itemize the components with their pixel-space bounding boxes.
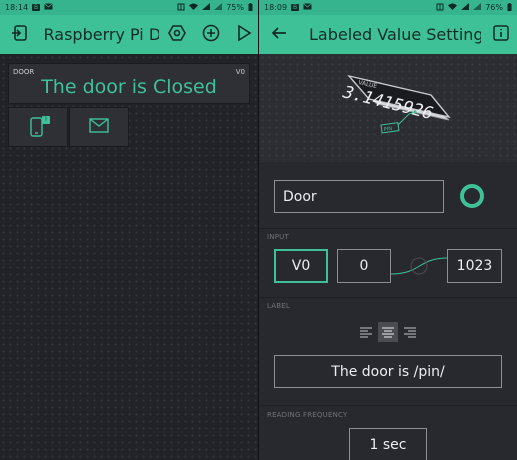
back-button[interactable] xyxy=(265,21,293,49)
battery-icon xyxy=(248,2,253,13)
color-picker-button[interactable] xyxy=(460,184,484,208)
signal-icon xyxy=(202,3,211,12)
status-time: 18:09 xyxy=(264,3,288,12)
sim-icon xyxy=(177,3,185,13)
frequency-select[interactable]: 1 sec xyxy=(349,428,427,460)
labeled-value-widget[interactable]: DOOR V0 The door is Closed xyxy=(8,63,250,104)
exit-icon xyxy=(11,24,29,46)
min-value: 0 xyxy=(359,258,369,274)
play-button[interactable] xyxy=(231,21,259,49)
align-center-icon xyxy=(382,323,394,342)
app-bar: Raspberry Pi Do xyxy=(0,15,258,54)
pin-select[interactable]: V0 xyxy=(274,249,328,283)
mail-icon xyxy=(303,3,312,12)
labeled-value-illustration: VALUE 3.1415926 PIN xyxy=(339,74,451,134)
status-bar: 18:14 B 75% xyxy=(0,0,258,15)
project-settings-button[interactable] xyxy=(163,21,191,49)
max-value: 1023 xyxy=(456,258,493,274)
signal-icon xyxy=(461,3,470,12)
screen-title: Labeled Value Settings xyxy=(309,25,481,44)
info-button[interactable] xyxy=(487,21,515,49)
add-widget-button[interactable] xyxy=(197,21,225,49)
email-widget[interactable] xyxy=(69,107,129,147)
app-bar: Labeled Value Settings xyxy=(259,15,517,54)
signal-icon-2 xyxy=(214,3,223,12)
battery-icon xyxy=(507,2,512,13)
battery-percent: 76% xyxy=(485,3,503,12)
battery-percent: 75% xyxy=(226,3,244,12)
max-value-field[interactable]: 1023 xyxy=(447,249,502,283)
notification-widget[interactable]: ! xyxy=(8,107,68,147)
status-time: 18:14 xyxy=(5,3,29,12)
section-divider xyxy=(259,405,517,406)
frequency-value: 1 sec xyxy=(369,437,407,453)
min-value-field[interactable]: 0 xyxy=(337,249,391,283)
wifi-icon xyxy=(448,3,458,12)
pin-value: V0 xyxy=(291,258,311,274)
nut-icon xyxy=(168,24,187,46)
range-curve xyxy=(391,257,448,275)
widget-value: The door is Closed xyxy=(41,76,217,98)
envelope-icon xyxy=(89,117,109,137)
align-center-button[interactable] xyxy=(378,322,398,342)
align-right-button[interactable] xyxy=(400,322,420,342)
label-section-label: LABEL xyxy=(267,302,290,310)
label-text-value: The door is /pin/ xyxy=(331,363,445,380)
app-notification-icon: B xyxy=(32,4,41,11)
section-divider xyxy=(259,297,517,298)
dashboard-screen: 18:14 B 75% Raspberry Pi Do DOOR V0 The … xyxy=(0,0,258,460)
info-icon xyxy=(493,24,509,45)
signal-icon-2 xyxy=(473,3,482,12)
app-notification-icon: B xyxy=(291,4,300,11)
mail-icon xyxy=(44,3,53,12)
settings-screen: 18:09 B 76% Labeled Value Settings VALUE… xyxy=(259,0,517,460)
widget-name-value: Door xyxy=(283,188,317,205)
widget-illustration: VALUE 3.1415926 PIN xyxy=(259,54,517,162)
section-divider xyxy=(259,228,517,229)
wifi-icon xyxy=(189,3,199,12)
add-icon xyxy=(202,24,220,46)
align-left-button[interactable] xyxy=(356,322,376,342)
notify-badge: ! xyxy=(42,116,50,124)
back-to-projects-button[interactable] xyxy=(6,21,34,49)
illustration-pin: PIN xyxy=(383,126,392,133)
project-title: Raspberry Pi Do xyxy=(43,25,160,44)
widget-pin-label: V0 xyxy=(235,68,245,76)
widget-name-label: DOOR xyxy=(13,68,35,76)
align-left-icon xyxy=(360,323,372,342)
screen: 18:14 B 75% Raspberry Pi Do DOOR V0 The … xyxy=(0,0,517,460)
play-icon xyxy=(236,24,252,45)
input-section-label: INPUT xyxy=(267,233,289,241)
label-text-field[interactable]: The door is /pin/ xyxy=(274,355,502,388)
align-right-icon xyxy=(404,323,416,342)
sim-icon xyxy=(436,3,444,13)
frequency-section-label: READING FREQUENCY xyxy=(267,411,348,419)
phone-notify-icon: ! xyxy=(28,116,50,138)
widget-name-field[interactable]: Door xyxy=(274,180,444,213)
status-bar: 18:09 B 76% xyxy=(259,0,517,15)
back-icon xyxy=(271,25,287,45)
